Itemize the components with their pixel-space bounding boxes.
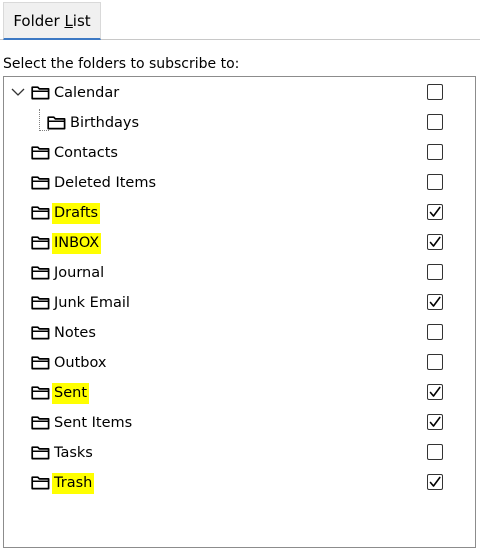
folder-tree-list[interactable]: Calendar Birthdays Contacts Deleted Items Dr… [3,76,476,548]
folder-row[interactable]: Tasks [4,439,475,469]
folder-row[interactable]: Sent Items [4,409,475,439]
subscribe-checkbox[interactable] [427,144,443,160]
folder-row[interactable]: Journal [4,259,475,289]
folder-row[interactable]: Contacts [4,139,475,169]
subscribe-checkbox[interactable] [427,324,443,340]
subscribe-checkbox[interactable] [427,174,443,190]
folder-icon [47,115,66,130]
subscribe-checkbox[interactable] [427,414,443,430]
folder-row[interactable]: Deleted Items [4,169,475,199]
subscribe-checkbox[interactable] [427,114,443,130]
subscribe-checkbox[interactable] [427,204,443,220]
subscribe-checkbox[interactable] [427,264,443,280]
folder-label: Junk Email [54,295,130,311]
subscribe-checkbox[interactable] [427,234,443,250]
folder-row[interactable]: INBOX [4,229,475,259]
folder-icon [31,85,50,100]
tab-bar: Folder List [0,0,480,40]
folder-label: Deleted Items [54,175,157,191]
folder-icon [31,205,50,220]
subscribe-checkbox[interactable] [427,474,443,490]
folder-label: Journal [54,265,105,281]
subscribe-checkbox[interactable] [427,84,443,100]
folder-label: Birthdays [70,115,140,131]
folder-icon [31,325,50,340]
tab-folder-list[interactable]: Folder List [3,2,101,40]
folder-icon [31,265,50,280]
subscribe-checkbox[interactable] [427,444,443,460]
folder-label: Outbox [54,355,107,371]
folder-label: Sent Items [54,415,133,431]
folder-icon [31,355,50,370]
folder-row[interactable]: Calendar [4,79,475,109]
instruction-text: Select the folders to subscribe to: [3,56,240,72]
folder-label: Drafts [52,203,101,224]
folder-icon [31,415,50,430]
subscribe-checkbox[interactable] [427,384,443,400]
folder-icon [31,145,50,160]
folder-row[interactable]: Outbox [4,349,475,379]
folder-label: Calendar [54,85,120,101]
folder-row[interactable]: Trash [4,469,475,499]
tab-label-pre: Folder [13,11,65,30]
folder-row[interactable]: Sent [4,379,475,409]
subscribe-checkbox[interactable] [427,294,443,310]
folder-label: Trash [52,473,95,494]
folder-row[interactable]: Notes [4,319,475,349]
subscribe-checkbox[interactable] [427,354,443,370]
chevron-down-icon[interactable] [10,86,26,98]
folder-label: Sent [52,383,90,404]
tab-label-post: ist [72,11,91,30]
folder-icon [31,475,50,490]
folder-label: Notes [54,325,96,341]
folder-row[interactable]: Birthdays [4,109,475,139]
folder-icon [31,235,50,250]
folder-row[interactable]: Junk Email [4,289,475,319]
folder-icon [31,445,50,460]
folder-icon [31,175,50,190]
folder-label: INBOX [52,233,102,254]
folder-icon [31,385,50,400]
folder-label: Tasks [54,445,93,461]
folder-row[interactable]: Drafts [4,199,475,229]
folder-label: Contacts [54,145,118,161]
tab-label-accesskey: L [64,11,73,30]
folder-icon [31,295,50,310]
